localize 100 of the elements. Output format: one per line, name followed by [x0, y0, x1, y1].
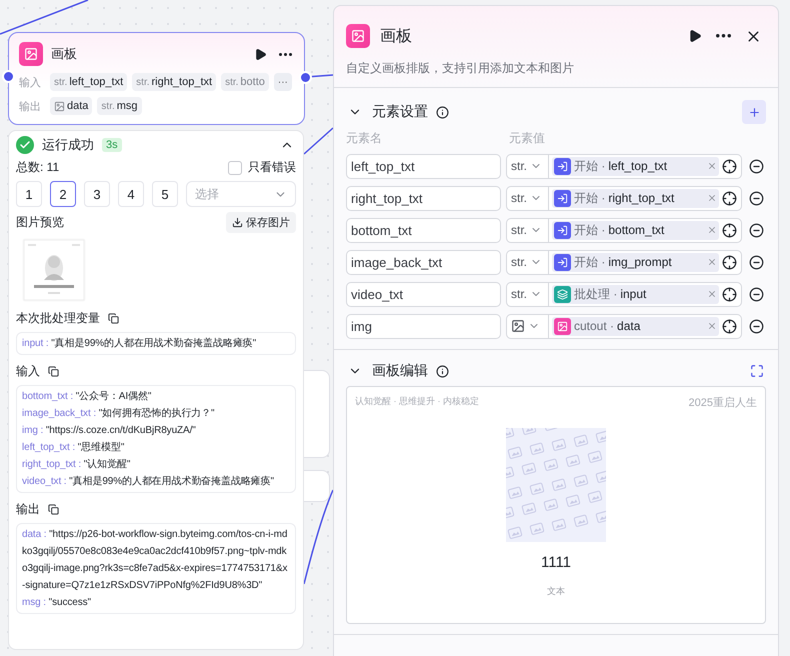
reference-node-label: 开始 · — [574, 158, 606, 174]
more-button[interactable] — [277, 50, 294, 58]
remove-button[interactable] — [747, 188, 766, 208]
reference-field-label: bottom_txt — [608, 223, 666, 237]
info-icon — [436, 364, 449, 378]
panel-title: 画板 — [380, 26, 413, 46]
section-title: 输入 — [16, 363, 40, 380]
clear-button[interactable] — [707, 225, 717, 235]
reference-node-label: 开始 · — [574, 222, 606, 238]
clear-button[interactable] — [707, 193, 717, 203]
copy-button[interactable] — [46, 364, 61, 379]
target-icon[interactable] — [722, 318, 737, 334]
close-icon — [707, 289, 717, 299]
clear-button[interactable] — [707, 321, 717, 331]
panel-description: 自定义画板排版，支持引用添加文本和图片 — [334, 50, 778, 88]
node-card[interactable]: 画板 输入 str. left_top_txt str. right_top_txt str. botto ··· 输出 data str. msg — [8, 32, 305, 125]
minus-circle-icon — [749, 158, 764, 174]
value-field[interactable]: str. 批处理 · input — [506, 282, 742, 306]
remove-button[interactable] — [747, 284, 766, 304]
name-field[interactable]: img — [346, 314, 501, 338]
more-inputs-tag[interactable]: ··· — [274, 73, 292, 91]
name-field[interactable]: video_txt — [346, 282, 501, 306]
close-icon — [707, 193, 717, 203]
clear-button[interactable] — [707, 257, 717, 267]
more-icon — [716, 34, 731, 38]
input-port[interactable] — [2, 70, 15, 83]
remove-button[interactable] — [747, 220, 766, 240]
code-line: input : "真相是99%的人都在用战术勤奋掩盖战略瘫痪" — [22, 336, 258, 351]
type-label: str. — [511, 223, 528, 237]
copy-button[interactable] — [46, 502, 61, 517]
section-title: 画板编辑 — [372, 362, 428, 380]
type-select[interactable]: str. — [507, 250, 549, 274]
caption-text: 文本 — [547, 585, 565, 598]
page-button[interactable]: 4 — [118, 181, 144, 207]
target-icon[interactable] — [722, 254, 737, 270]
output-port[interactable] — [299, 71, 312, 84]
save-image-button[interactable]: 保存图片 — [226, 212, 296, 233]
minus-circle-icon — [749, 222, 764, 238]
section-title: 本次批处理变量 — [16, 310, 100, 327]
code-line: bottom_txt : "公众号：AI偶然" — [22, 390, 152, 404]
target-icon[interactable] — [722, 190, 737, 206]
target-icon[interactable] — [722, 158, 737, 174]
enter-icon — [554, 222, 571, 238]
type-select[interactable]: str. — [507, 282, 549, 306]
remove-button[interactable] — [747, 316, 766, 336]
main-text: 1111 — [540, 554, 572, 571]
play-icon — [688, 29, 702, 43]
type-label: str. — [511, 287, 528, 301]
fullscreen-icon — [750, 364, 764, 378]
name-field[interactable]: left_top_txt — [346, 154, 501, 178]
add-button[interactable] — [742, 100, 766, 124]
outputs-label: 输出 — [19, 100, 41, 114]
reference-node-label: 开始 · — [574, 190, 606, 206]
value-field[interactable]: str. 开始 · left_top_txt — [506, 154, 742, 178]
preview-title: 图片预览 — [16, 214, 64, 231]
value-field[interactable]: str. 开始 · img_prompt — [506, 250, 742, 274]
reference-field-label: input — [620, 287, 648, 301]
enter-icon — [554, 254, 571, 270]
type-label: str. — [511, 255, 528, 269]
fullscreen-button[interactable] — [748, 362, 766, 380]
inputs-label: 输入 — [19, 76, 41, 90]
minus-circle-icon — [749, 190, 764, 206]
page-button[interactable]: 3 — [84, 181, 110, 207]
canvas-node-icon — [19, 42, 43, 66]
target-icon[interactable] — [722, 286, 737, 302]
code-line: img : "https://s.coze.cn/t/dKuBjR8yuZA/" — [22, 424, 197, 438]
page-button[interactable]: 5 — [152, 181, 178, 207]
close-icon — [707, 257, 717, 267]
type-select[interactable]: str. — [507, 218, 549, 242]
minus-circle-icon — [749, 254, 764, 270]
input-tag: str. botto — [221, 73, 269, 91]
errors-only-checkbox[interactable] — [228, 160, 242, 174]
info-icon — [436, 106, 449, 118]
canvas-editor[interactable]: 认知觉醒 · 思维提升 · 内核稳定 2025重启人生 1111 文本 — [346, 386, 766, 624]
value-field[interactable]: str. 开始 · bottom_txt — [506, 218, 742, 242]
target-icon[interactable] — [722, 222, 737, 238]
clear-button[interactable] — [707, 289, 717, 299]
success-icon — [16, 136, 34, 154]
remove-button[interactable] — [747, 252, 766, 272]
name-field[interactable]: image_back_txt — [346, 250, 501, 274]
enter-icon — [554, 190, 571, 206]
page-button[interactable]: 1 — [16, 181, 42, 207]
clear-button[interactable] — [707, 161, 717, 171]
connector-line — [304, 127, 334, 155]
copy-button[interactable] — [106, 311, 121, 326]
output-tag: str. msg — [97, 97, 142, 115]
name-field[interactable]: bottom_txt — [346, 218, 501, 242]
value-field[interactable]: cutout · data — [506, 314, 742, 338]
code-line: data : "https://p26-bot-workflow-sign.byteimg.com/tos-cn-i-mdko3gqilj/05570e8c083e4e9ca0ac2dcf410b9f57.png~tplv-mdko3gqilj-image.png?rk3s=c8fe7ad5&x-expires=1774753171&x-signature=Q7z1e1zRSxDSV7iPPoNfg%2FId9U8%3D" — [22, 528, 288, 593]
more-button[interactable] — [714, 32, 733, 40]
name-field[interactable]: right_top_txt — [346, 186, 501, 210]
type-label: str. — [511, 159, 528, 173]
page-button[interactable]: 2 — [50, 181, 76, 207]
column-header: 元素名 — [346, 130, 383, 147]
value-field[interactable]: str. 开始 · right_top_txt — [506, 186, 742, 210]
input-tag: str. right_top_txt — [132, 73, 216, 91]
type-select[interactable]: str. — [507, 186, 549, 210]
reference-field-label: data — [617, 319, 642, 333]
type-select[interactable]: str. — [507, 154, 549, 178]
remove-button[interactable] — [747, 156, 766, 176]
